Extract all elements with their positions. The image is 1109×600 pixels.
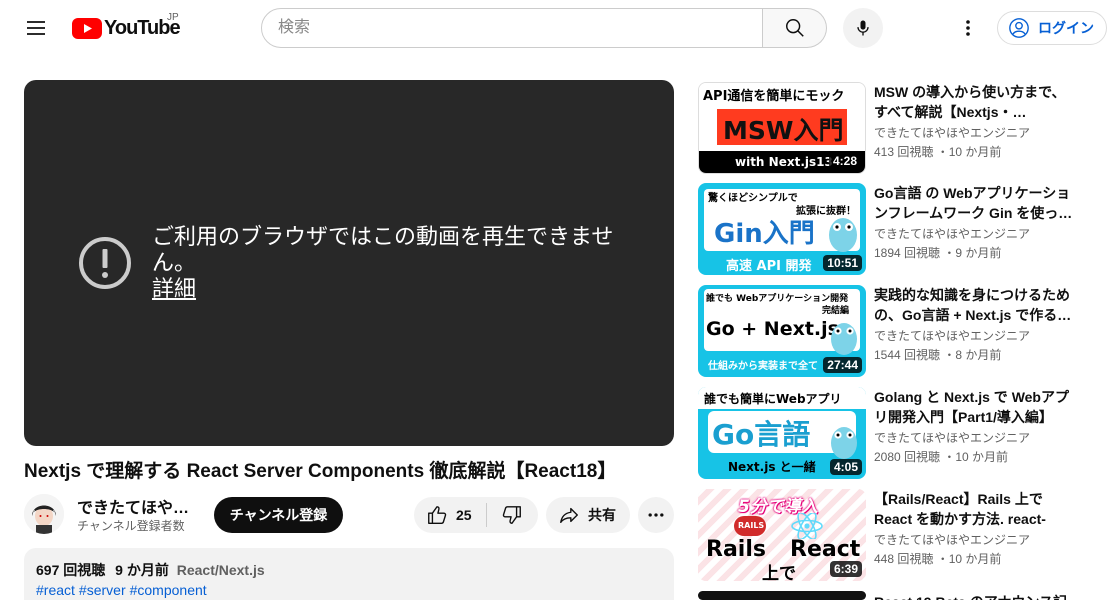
thumbnail-text: with Next.js13 [735,155,833,169]
hashtag-link[interactable]: #server [79,582,126,598]
recommendation-title[interactable]: Golang と Next.js で Webアプリ開発入門【Part1/導入編】 [874,387,1074,427]
menu-button[interactable] [16,8,56,48]
video-category: React/Next.js [176,562,265,578]
account-icon [1009,18,1029,38]
description-meta: 697 回視聴 9 か月前 React/Next.js [36,560,662,580]
gopher-mascot-icon [831,427,857,459]
thumbs-up-icon [428,506,447,524]
hashtag-link[interactable]: #component [130,582,207,598]
search-button[interactable] [763,8,827,48]
error-icon [79,237,131,289]
recommendation-meta: 2080 回視聴 ・10 か月前 [874,450,1009,464]
hamburger-icon [27,21,45,35]
thumbs-down-icon [502,506,521,524]
youtube-logo[interactable]: YouTube JP [72,12,181,42]
thumbnail-text: React [790,537,861,562]
like-dislike-group: 25 [414,497,538,533]
youtube-play-icon [72,17,102,39]
recommendation-meta: 448 回視聴 ・10 か月前 [874,552,1002,566]
channel-avatar[interactable] [24,494,64,534]
video-title: Nextjs で理解する React Server Components 徹底解… [24,461,617,482]
player-error-text: ご利用のブラウザではこの動画を再生できません。 [152,224,614,275]
recommendation-item[interactable]: 5分で導入 RAILS Rails React 上で 6:39 【Rails/R… [698,489,1098,581]
recommendation-title[interactable]: Go言語 の Webアプリケーションフレームワーク Gin を使っ… [874,183,1074,223]
recommendation-meta: 1894 回視聴 ・9 か月前 [874,246,1002,260]
avatar-image [24,494,64,534]
recommendation-meta: 413 回視聴 ・10 か月前 [874,145,1002,159]
player-error-message: ご利用のブラウザではこの動画を再生できません。 詳細 [152,224,632,302]
share-label: 共有 [588,507,616,523]
video-duration: 6:39 [829,561,862,577]
vertical-dots-icon [966,20,970,36]
recommendation-title[interactable]: React 19 Beta のアナウンス記 [874,592,1074,600]
view-count: 697 回視聴 [36,562,106,578]
react-atom-icon [791,513,823,539]
gopher-mascot-icon [829,218,857,252]
recommendation-title[interactable]: 【Rails/React】Rails 上で React を動かす方法. reac… [874,489,1074,529]
subscribe-button[interactable]: チャンネル登録 [214,497,343,533]
thumbnail-text: RAILS [738,521,765,530]
login-button[interactable]: ログイン [997,11,1107,45]
logo-region: JP [167,12,179,23]
recommendation-item[interactable]: React 19 Beta のアナウンス記 [698,591,1098,600]
video-duration: 27:44 [823,357,862,373]
thumbnail-text: 驚くほどシンプルで [708,193,798,204]
video-player[interactable]: ご利用のブラウザではこの動画を再生できません。 詳細 [24,80,674,446]
recommendation-meta: 1544 回視聴 ・8 か月前 [874,348,1002,362]
player-details-link[interactable]: 詳細 [152,276,196,302]
recommendation-channel[interactable]: できたてほやほやエンジニア [874,327,1030,345]
settings-more-button[interactable] [948,8,988,48]
upload-age: 9 か月前 [115,562,169,578]
share-button[interactable]: 共有 [546,497,630,533]
recommendation-channel[interactable]: できたてほやほやエンジニア [874,225,1030,243]
recommendation-title[interactable]: MSW の導入から使い方まで、すべて解説【Nextjs・… [874,82,1074,122]
voice-search-button[interactable] [843,8,883,48]
login-label: ログイン [1038,20,1094,36]
recommendation-channel[interactable]: できたてほやほやエンジニア [874,124,1030,142]
thumbnail-text: 高速 API 開発 [726,259,812,274]
recommendation-channel[interactable]: できたてほやほやエンジニア [874,429,1030,447]
more-actions-button[interactable] [638,497,674,533]
search-input[interactable] [261,8,763,48]
thumbnail-text: API通信を簡単にモック [703,89,845,104]
thumbnail-text: Gin入門 [714,219,815,249]
video-duration: 10:51 [823,255,862,271]
microphone-icon [857,20,869,36]
thumbnail-text: Go言語 [712,418,811,451]
thumbnail-text: 仕組みから実装まで全て [708,361,818,372]
video-duration: 4:28 [828,153,861,169]
recommendation-item[interactable]: 誰でも Webアプリケーション開発 完結編 Go + Next.js 仕組みから… [698,285,1098,377]
share-icon [560,507,578,524]
hashtag-link[interactable]: #react [36,582,75,598]
recommendation-thumbnail[interactable]: 5分で導入 RAILS Rails React 上で 6:39 [698,489,866,581]
search-icon [785,19,804,37]
recommendation-item[interactable]: 驚くほどシンプルで 拡張に抜群！ Gin入門 高速 API 開発 10:51 G… [698,183,1098,275]
recommendation-thumbnail[interactable]: 誰でも Webアプリケーション開発 完結編 Go + Next.js 仕組みから… [698,285,866,377]
recommendation-item[interactable]: API通信を簡単にモック MSW入門 with Next.js13 4:28 M… [698,82,1098,174]
recommendation-thumbnail[interactable]: API通信を簡単にモック MSW入門 with Next.js13 4:28 [698,82,866,174]
thumbnail-text: 上で [762,564,796,581]
like-button[interactable]: 25 [414,497,486,533]
thumbnail-text: Rails [706,537,766,562]
masthead: YouTube JP ログイン [0,0,1109,56]
recommendation-thumbnail[interactable]: 驚くほどシンプルで 拡張に抜群！ Gin入門 高速 API 開発 10:51 [698,183,866,275]
dislike-button[interactable] [487,497,537,533]
thumbnail-text: 誰でも簡単にWebアプリ [704,392,842,406]
thumbnail-text: MSW入門 [723,116,844,145]
thumbnail-text: Next.js と一緒 [728,460,816,474]
subscriber-count: チャンネル登録者数 [77,519,185,533]
hashtag-list: #react #server #component [36,580,662,600]
gopher-mascot-icon [831,323,857,355]
video-duration: 4:05 [829,459,862,475]
horizontal-dots-icon [648,513,664,517]
recommendation-title[interactable]: 実践的な知識を身につけるための、Go言語 + Next.js で作る… [874,285,1074,325]
video-description[interactable]: 697 回視聴 9 か月前 React/Next.js #react #serve… [24,548,674,600]
recommendation-channel[interactable]: できたてほやほやエンジニア [874,531,1030,549]
recommendation-thumbnail[interactable]: 誰でも簡単にWebアプリ Go言語 Next.js と一緒 4:05 [698,387,866,479]
like-count: 25 [456,507,472,523]
recommendation-thumbnail[interactable] [698,591,866,600]
channel-name[interactable]: できたてほやほやエンジニア [77,494,197,518]
recommendation-item[interactable]: 誰でも簡単にWebアプリ Go言語 Next.js と一緒 4:05 Golan… [698,387,1098,479]
thumbnail-text: Go + Next.js [706,318,839,340]
